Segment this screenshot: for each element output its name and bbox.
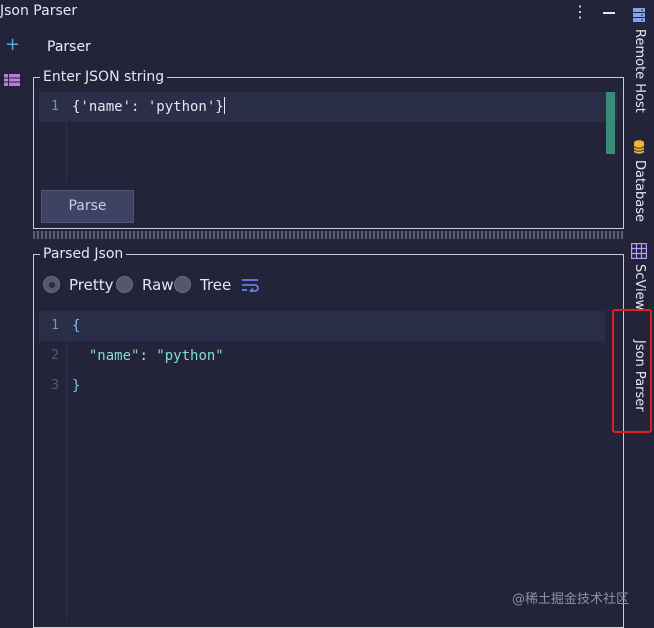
json-brace: } [72,378,81,394]
sidebar-item-scview[interactable]: ScView [625,243,653,313]
line-number: 3 [51,378,59,393]
kebab-menu-icon[interactable]: ⋮ [572,2,588,21]
output-line: 3 } [39,371,605,401]
plus-icon[interactable]: + [5,36,20,54]
list-icon[interactable] [4,74,20,86]
input-code-text[interactable]: {'name': 'python'} [72,92,225,122]
raw-radio[interactable] [116,276,133,293]
sidebar-item-label: ScView [632,264,647,309]
pretty-radio[interactable] [43,276,60,293]
text-caret [223,97,225,114]
json-key: "name" [88,348,140,364]
soft-wrap-icon[interactable] [241,278,259,292]
sidebar-item-remote-host[interactable]: Remote Host [625,8,653,118]
parse-button[interactable]: Parse [41,190,134,223]
json-brace: { [72,318,81,334]
tree-radio[interactable] [174,276,191,293]
output-line: 1 { [39,311,605,341]
tree-radio-label[interactable]: Tree [200,276,231,294]
minimize-icon[interactable] [603,12,615,14]
sidebar-item-database[interactable]: Database [625,138,653,223]
sidebar-item-label: Remote Host [632,29,647,113]
input-line[interactable]: 1 {'name': 'python'} [39,92,617,122]
window-title: Json Parser [0,3,78,19]
sidebar-item-label: Database [632,160,647,223]
line-number: 1 [51,99,59,114]
json-separator: : [139,348,157,364]
input-legend: Enter JSON string [40,69,168,85]
line-number: 2 [51,348,59,363]
json-input-editor[interactable]: 1 {'name': 'python'} [39,92,617,182]
output-line: 2 "name": "python" [39,341,605,371]
line-number: 1 [51,318,59,333]
panel-splitter[interactable] [33,231,624,239]
parsed-json-viewer[interactable]: 1 { 2 "name": "python" 3 } [39,311,605,621]
table-grid-icon [631,243,647,259]
server-icon [633,8,645,22]
active-sidebar-highlight [612,309,652,433]
tab-parser[interactable]: Parser [47,39,91,55]
pretty-radio-label[interactable]: Pretty [69,276,114,294]
output-legend: Parsed Json [40,246,127,262]
input-scrollbar-thumb[interactable] [606,92,615,154]
watermark: @稀土掘金技术社区 [512,592,630,607]
database-icon [633,140,645,154]
json-value: "python" [156,348,224,364]
raw-radio-label[interactable]: Raw [142,276,174,294]
